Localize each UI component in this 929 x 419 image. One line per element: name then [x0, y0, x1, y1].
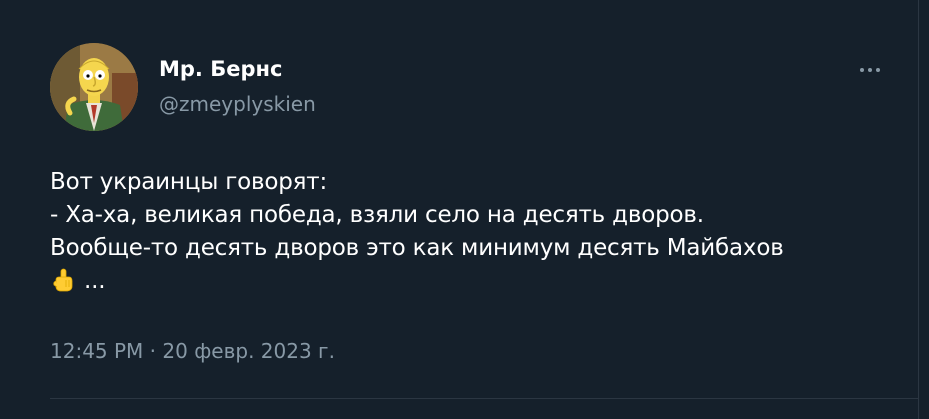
mr-burns-avatar-icon: [50, 43, 138, 131]
tweet-text-line: Вот украинцы говорят:: [50, 169, 328, 195]
author-avatar[interactable]: [50, 43, 138, 131]
more-dots-icon: [860, 68, 880, 72]
tweet-time: 12:45 PM: [50, 339, 144, 363]
tweet-card: Мр. Бернс @zmeyplyskien Вот украинцы гов…: [0, 0, 929, 419]
tweet-time-link[interactable]: 12:45 PM · 20 февр. 2023 г.: [50, 339, 335, 363]
tweet-text-last-line: ...: [50, 265, 910, 298]
card-right-border: [918, 0, 919, 419]
tweet-text-line: - Ха-ха, великая победа, взяли село на д…: [50, 202, 704, 228]
tweet-divider: [50, 398, 919, 399]
author-display-name[interactable]: Мр. Бернс: [159, 56, 282, 82]
tweet-text-line: Вообще-то десять дворов это как минимум …: [50, 235, 784, 261]
tweet-date: 20 февр. 2023 г.: [162, 339, 335, 363]
more-options-button[interactable]: [852, 58, 888, 82]
author-handle[interactable]: @zmeyplyskien: [159, 91, 316, 117]
tweet-text-ellipsis: ...: [84, 268, 106, 294]
timestamp-separator: ·: [149, 339, 157, 363]
tweet-timestamp: 12:45 PM · 20 февр. 2023 г.: [50, 338, 335, 364]
tweet-text: Вот украинцы говорят: - Ха-ха, великая п…: [50, 166, 910, 298]
index-pointing-up-emoji-icon: [50, 267, 76, 293]
